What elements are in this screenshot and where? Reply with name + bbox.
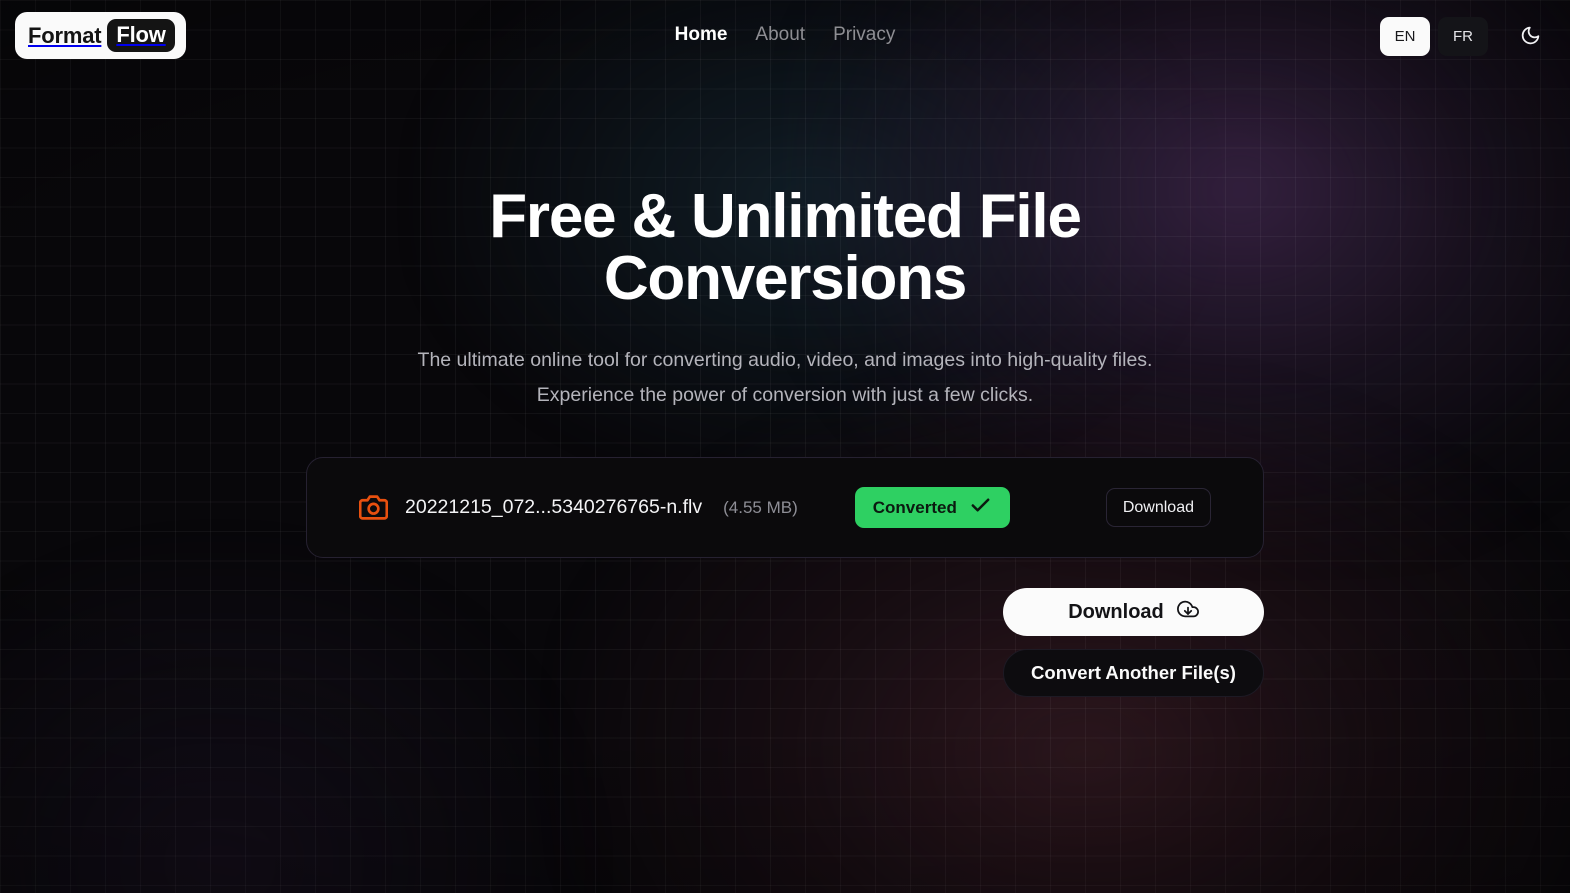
convert-another-file-button[interactable]: Convert Another File(s) <box>1003 649 1264 697</box>
file-size-label: (4.55 MB) <box>723 497 798 517</box>
nav-item-privacy[interactable]: Privacy <box>833 24 895 46</box>
nav-item-home[interactable]: Home <box>675 24 728 46</box>
file-info-group: 20221215_072...5340276765-n.flv (4.55 MB… <box>359 493 855 522</box>
hero-subtitle-line-2: Experience the power of conversion with … <box>536 384 1034 406</box>
hero-subtitle-line-1: The ultimate online tool for converting … <box>417 349 1153 371</box>
status-badge: Converted <box>854 487 1010 528</box>
converted-file-card: 20221215_072...5340276765-n.flv (4.55 MB… <box>306 457 1264 558</box>
moon-icon <box>1520 25 1541 49</box>
nav-item-about[interactable]: About <box>755 24 805 46</box>
top-navigation-bar: Format Flow Home About Privacy EN FR <box>0 0 1570 74</box>
main-nav: Home About Privacy <box>675 24 896 46</box>
language-button-fr[interactable]: FR <box>1438 17 1488 56</box>
brand-logo-format-text: Format <box>28 22 102 48</box>
brand-logo[interactable]: Format Flow <box>15 12 186 59</box>
download-button[interactable]: Download <box>1003 588 1264 636</box>
page-title: Free & Unlimited File Conversions <box>489 182 1082 313</box>
action-button-group: Download Convert Another File(s) <box>1003 588 1264 697</box>
check-icon <box>969 494 992 522</box>
brand-logo-flow-text: Flow <box>107 19 175 52</box>
topbar-right-controls: EN FR <box>1380 17 1552 56</box>
row-download-button[interactable]: Download <box>1105 488 1211 527</box>
cloud-download-icon <box>1176 598 1199 626</box>
status-badge-label: Converted <box>872 497 957 517</box>
file-name-label: 20221215_072...5340276765-n.flv <box>405 496 703 518</box>
download-button-label: Download <box>1068 600 1164 623</box>
camera-icon <box>359 493 388 522</box>
hero-subtitle: The ultimate online tool for converting … <box>335 343 1235 413</box>
theme-toggle-button[interactable] <box>1508 17 1552 56</box>
language-button-en[interactable]: EN <box>1380 17 1430 56</box>
